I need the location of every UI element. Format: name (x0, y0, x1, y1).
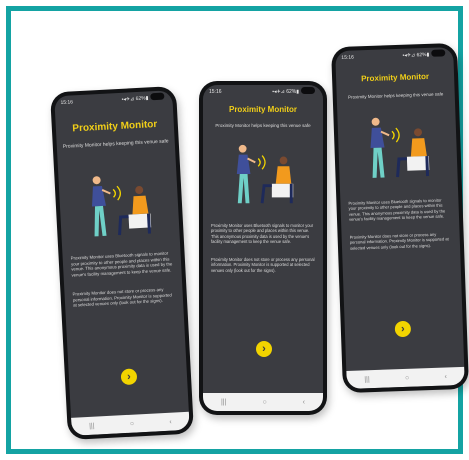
recent-apps-icon[interactable]: ||| (89, 422, 95, 429)
android-nav-bar: ||| ○ ‹ (203, 393, 323, 411)
camera-icon (431, 49, 446, 57)
home-icon[interactable]: ○ (262, 399, 266, 406)
next-button[interactable]: › (256, 341, 272, 357)
home-icon[interactable]: ○ (130, 420, 135, 427)
status-time: 15:16 (60, 99, 74, 106)
next-button[interactable]: › (394, 320, 412, 338)
phone-screen: 15:16 ▪◂✈⊿ 62%▮ Proximity Monitor Proxim… (54, 90, 190, 436)
back-icon[interactable]: ‹ (169, 418, 172, 425)
phone-middle: 15:16 ▪◂✈⊿ 62%▮ Proximity Monitor Proxim… (199, 81, 327, 415)
description-paragraph-2: Proximity Monitor does not store or proc… (349, 231, 449, 251)
people-distancing-illustration (92, 176, 152, 237)
status-icons: ▪◂✈⊿ 62%▮ (121, 95, 149, 103)
phone-screen: 15:16 ▪◂✈⊿ 62%▮ Proximity Monitor Proxim… (203, 85, 323, 411)
description-paragraph-2: Proximity Monitor does not store or proc… (211, 257, 315, 273)
status-icons: ▪◂✈⊿ 62%▮ (272, 89, 299, 95)
phone-left: 15:16 ▪◂✈⊿ 62%▮ Proximity Monitor Proxim… (49, 85, 195, 441)
android-nav-bar: ||| ○ ‹ (71, 411, 190, 436)
page-title: Proximity Monitor (228, 105, 297, 114)
page-subtitle: Proximity Monitor helps keeping this ven… (62, 138, 169, 150)
status-time: 15:16 (209, 89, 222, 95)
home-icon[interactable]: ○ (405, 374, 409, 381)
page-subtitle: Proximity Monitor helps keeping this ven… (348, 91, 444, 100)
teal-frame: 15:16 ▪◂✈⊿ 62%▮ Proximity Monitor Proxim… (6, 6, 469, 454)
phone-right: 15:16 ▪◂✈⊿ 62%▮ Proximity Monitor Proxim… (331, 42, 469, 394)
camera-icon (150, 92, 165, 101)
recent-apps-icon[interactable]: ||| (221, 399, 226, 406)
page-subtitle: Proximity Monitor helps keeping this ven… (215, 123, 311, 128)
people-distancing-illustration (370, 117, 430, 178)
android-nav-bar: ||| ○ ‹ (346, 366, 465, 389)
page-title: Proximity Monitor (72, 118, 158, 135)
status-time: 15:16 (341, 54, 354, 61)
camera-icon (301, 87, 315, 94)
page-title: Proximity Monitor (360, 71, 430, 84)
description-paragraph-1: Proximity Monitor uses Bluetooth signals… (348, 197, 446, 222)
phone-screen: 15:16 ▪◂✈⊿ 62%▮ Proximity Monitor Proxim… (335, 47, 465, 389)
back-icon[interactable]: ‹ (303, 399, 305, 406)
recent-apps-icon[interactable]: ||| (364, 376, 370, 383)
back-icon[interactable]: ‹ (444, 373, 447, 380)
description-paragraph-2: Proximity Monitor does not store or proc… (72, 286, 172, 308)
description-paragraph-1: Proximity Monitor uses Bluetooth signals… (70, 250, 173, 278)
people-distancing-illustration (236, 144, 294, 204)
status-icons: ▪◂✈⊿ 62%▮ (402, 51, 430, 59)
next-button[interactable]: › (120, 368, 138, 386)
description-paragraph-1: Proximity Monitor uses Bluetooth signals… (211, 223, 314, 244)
